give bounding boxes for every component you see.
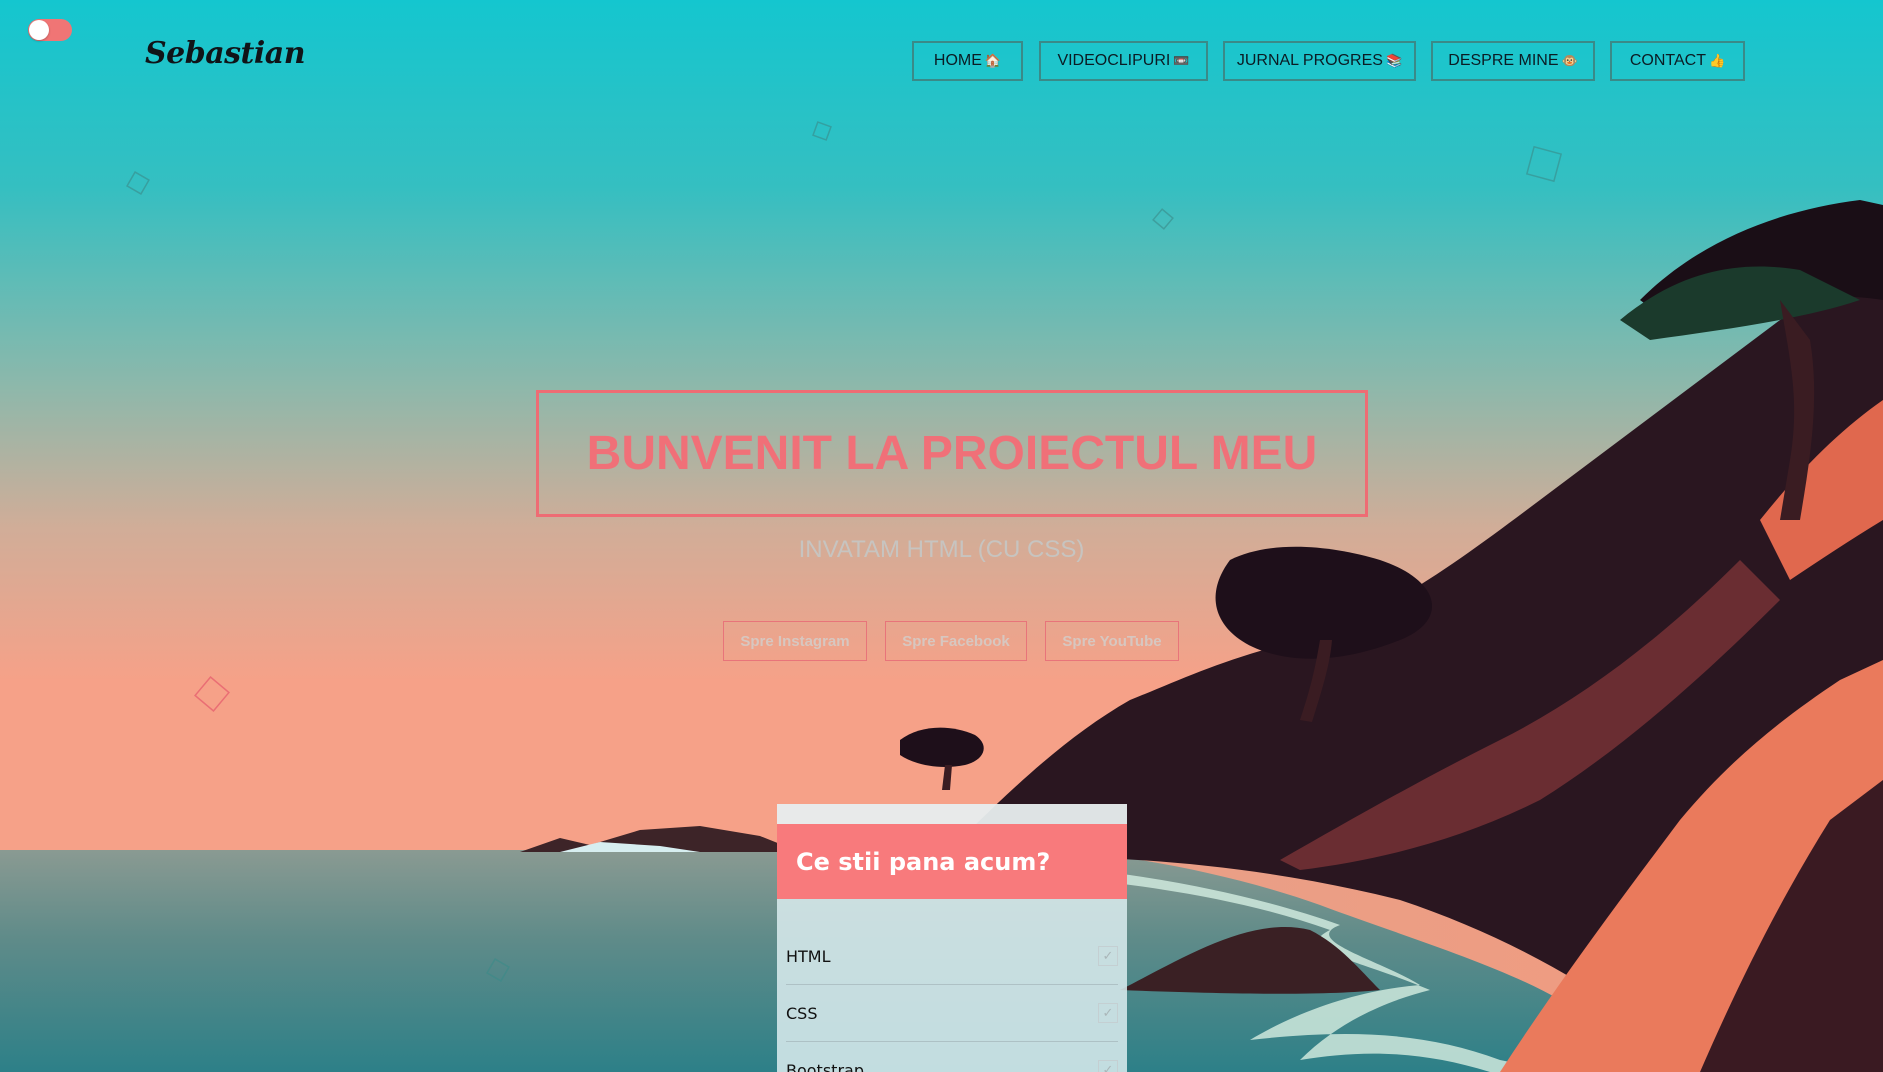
house-icon: 🏠 [984, 53, 1002, 68]
skills-card-title: Ce stii pana acum? [777, 824, 1127, 899]
nav-jurnal-progres-label: JURNAL PROGRES [1236, 52, 1383, 69]
thumbs-up-icon: 👍 [1708, 53, 1726, 68]
nav-home-label: HOME [933, 52, 982, 69]
nav-home[interactable]: HOME 🏠 [912, 41, 1023, 81]
main-nav: HOME 🏠 VIDEOCLIPURI 📼 JURNAL PROGRES 📚 DESP… [0, 41, 1883, 85]
hero-title-box: BUNVENIT LA PROIECTUL MEU [536, 390, 1368, 517]
nav-videoclipuri[interactable]: VIDEOCLIPURI 📼 [1039, 41, 1208, 81]
nav-despre-mine[interactable]: DESPRE MINE 🐵 [1431, 41, 1595, 81]
theme-toggle[interactable] [28, 19, 72, 41]
html-checkbox[interactable]: ✓ [1098, 946, 1118, 966]
nav-contact[interactable]: CONTACT 👍 [1610, 41, 1745, 81]
skill-label: CSS [786, 1003, 818, 1023]
nav-jurnal-progres[interactable]: JURNAL PROGRES 📚 [1223, 41, 1416, 81]
skill-label: Bootstrap [786, 1060, 864, 1072]
nav-contact-label: CONTACT [1629, 52, 1706, 69]
checkmark-icon: ✓ [1102, 1062, 1114, 1072]
bootstrap-checkbox[interactable]: ✓ [1098, 1060, 1118, 1072]
checkmark-icon: ✓ [1102, 948, 1114, 964]
nav-despre-mine-label: DESPRE MINE [1448, 52, 1559, 69]
skill-row-css: CSS ✓ [786, 985, 1118, 1042]
youtube-button[interactable]: Spre YouTube [1045, 621, 1179, 661]
nav-videoclipuri-label: VIDEOCLIPURI [1057, 52, 1171, 69]
hero-title: BUNVENIT LA PROIECTUL MEU [586, 427, 1318, 480]
instagram-button[interactable]: Spre Instagram [723, 621, 867, 661]
css-checkbox[interactable]: ✓ [1098, 1003, 1118, 1023]
skills-card: Ce stii pana acum? HTML ✓ CSS ✓ Bootstra… [777, 804, 1127, 1072]
card-top-strip [777, 804, 1127, 824]
books-icon: 📚 [1385, 53, 1403, 68]
facebook-button[interactable]: Spre Facebook [885, 621, 1027, 661]
skill-label: HTML [786, 946, 831, 966]
skill-row-bootstrap: Bootstrap ✓ [786, 1042, 1118, 1072]
toggle-knob [29, 20, 49, 40]
videotape-icon: 📼 [1173, 53, 1190, 68]
monkey-face-icon: 🐵 [1561, 53, 1578, 68]
hero-subtitle: INVATAM HTML (CU CSS) [798, 536, 1085, 563]
checkmark-icon: ✓ [1102, 1005, 1114, 1021]
skill-row-html: HTML ✓ [786, 928, 1118, 985]
